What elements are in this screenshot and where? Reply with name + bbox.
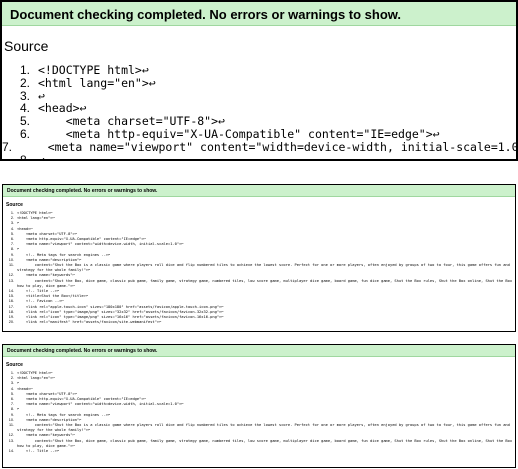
success-banner: Document checking completed. No errors o… bbox=[3, 185, 515, 197]
line-code: content="Shut the Box is a classic game … bbox=[17, 423, 513, 433]
source-listing: 1. <!DOCTYPE html>↩ 2. <html lang="en">↩ 3. ↩… bbox=[3, 371, 515, 454]
line-number: 14. bbox=[8, 449, 14, 454]
line-code: <link rel="manifest" href="assets/favico… bbox=[17, 320, 162, 325]
source-line: 1. <!DOCTYPE html>↩ bbox=[2, 64, 516, 77]
source-listing: 1. <!DOCTYPE html>↩ 2. <html lang="en">↩ 3. ↩… bbox=[3, 211, 515, 325]
line-code: <!-- Title -->↩ bbox=[17, 449, 60, 454]
line-code: <html lang="en">↩ bbox=[38, 75, 156, 90]
line-code: content="Shut the Box, dice game, classi… bbox=[17, 438, 515, 448]
source-heading: Source bbox=[4, 38, 49, 54]
source-line: 13. content="Shut the Box, dice game, cl… bbox=[3, 279, 515, 289]
line-number: 13. bbox=[8, 438, 14, 443]
line-number: 11. bbox=[9, 423, 14, 428]
success-banner: Document checking completed. No errors o… bbox=[2, 2, 516, 26]
line-number: 1. bbox=[19, 63, 30, 77]
line-number: 8. bbox=[19, 152, 30, 161]
line-number: 6. bbox=[19, 126, 30, 141]
line-number: 11. bbox=[9, 263, 14, 268]
line-code: <meta http-equiv="X-UA-Compatible" conte… bbox=[38, 126, 440, 141]
source-line: 11. content="Shut the Box is a classic g… bbox=[3, 423, 515, 433]
line-code: <meta name="viewport" content="width=dev… bbox=[20, 139, 518, 154]
source-line: 11. content="Shut the Box is a classic g… bbox=[3, 263, 515, 273]
source-line: 8. ↩ bbox=[2, 152, 516, 161]
line-code: ↩ bbox=[38, 152, 45, 161]
source-line: 7. <meta name="viewport" content="width=… bbox=[2, 139, 518, 154]
source-line: 6. <meta http-equiv="X-UA-Compatible" co… bbox=[2, 128, 516, 141]
source-line: 14. <!-- Title -->↩ bbox=[3, 449, 515, 454]
line-number: 2. bbox=[19, 75, 30, 90]
validator-panel-partial: Document checking completed. No errors o… bbox=[2, 344, 516, 468]
validator-panel-full: Document checking completed. No errors o… bbox=[2, 184, 516, 332]
source-line: 2. <html lang="en">↩ bbox=[2, 75, 516, 90]
line-number: 20. bbox=[8, 320, 14, 325]
line-code: content="Shut the Box, dice game, classi… bbox=[17, 278, 515, 288]
line-code: <!DOCTYPE html>↩ bbox=[38, 63, 149, 77]
line-number: 13. bbox=[8, 278, 14, 283]
validator-panel-zoomed: Document checking completed. No errors o… bbox=[0, 0, 518, 161]
line-number: 7. bbox=[2, 139, 13, 154]
success-banner: Document checking completed. No errors o… bbox=[3, 345, 515, 357]
source-heading: Source bbox=[6, 362, 23, 368]
source-line: 20. <link rel="manifest" href="assets/fa… bbox=[3, 320, 515, 325]
source-listing: 1. <!DOCTYPE html>↩ 2. <html lang="en">↩ 3. ↩… bbox=[2, 64, 518, 161]
line-code: content="Shut the Box is a classic game … bbox=[17, 263, 513, 273]
source-heading: Source bbox=[6, 202, 23, 208]
source-line: 13. content="Shut the Box, dice game, cl… bbox=[3, 439, 515, 449]
